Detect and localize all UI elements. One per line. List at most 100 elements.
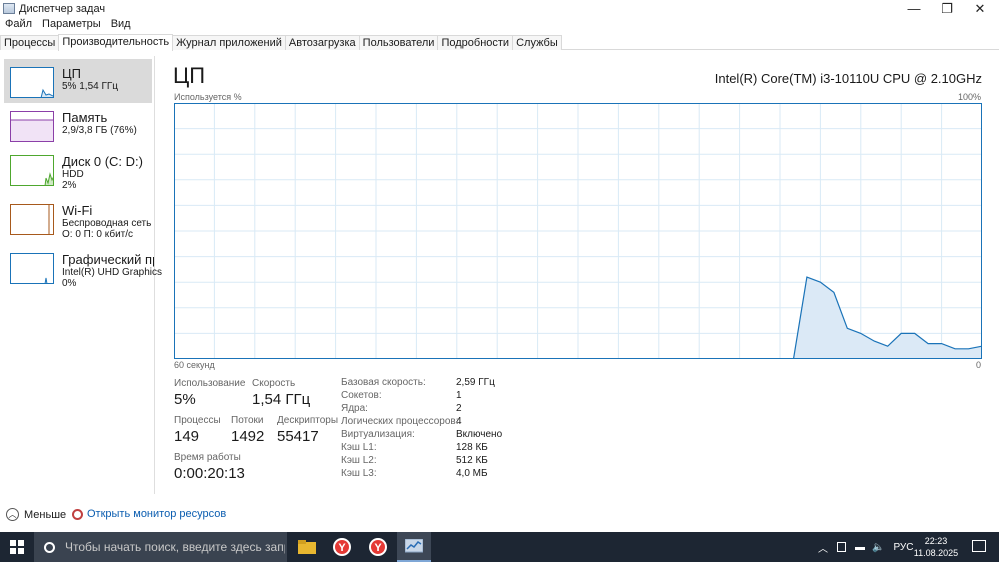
cpu-model-name: Intel(R) Core(TM) i3-10110U CPU @ 2.10GH… [714,71,982,86]
uptime-value: 0:00:20:13 [174,465,245,482]
taskbar: Y Y ︿ ▬ 🔈 РУС 22:23 11.08.2025 [0,532,999,562]
tab-app-history[interactable]: Журнал приложений [172,35,286,50]
fewer-details-label: Меньше [24,508,67,521]
tab-details[interactable]: Подробности [437,35,514,50]
spec-label: Сокетов: [341,390,382,401]
spec-label: Кэш L1: [341,442,377,453]
disk-thumbnail-graph [10,155,54,186]
x-axis-label: 60 секунд [174,360,215,370]
taskbar-yandex-browser-1[interactable]: Y [325,532,359,562]
y-axis-max-label: 100% [957,92,981,102]
spec-value: 2 [456,403,462,414]
taskbar-search[interactable] [34,532,287,562]
spec-label: Логических процессоров: [341,416,459,427]
sidebar-item-label: ЦП [62,66,81,81]
sidebar-item-memory[interactable]: Память 2,9/3,8 ГБ (76%) [4,103,152,147]
sidebar-item-detail: Intel(R) UHD Graphics [62,267,163,278]
memory-thumbnail-graph [10,111,54,142]
minimize-button[interactable]: — [897,0,931,17]
folder-icon [298,540,316,554]
yandex-browser-icon: Y [369,538,387,556]
taskbar-clock[interactable]: 22:23 11.08.2025 [905,535,967,559]
handles-label: Дескрипторы [277,415,339,426]
menu-options[interactable]: Параметры [37,17,106,32]
cpu-usage-graph [174,103,982,359]
sidebar-item-detail: 5% 1,54 ГГц [62,81,119,92]
tab-users[interactable]: Пользователи [358,35,439,50]
sidebar-item-detail: Беспроводная сеть [62,218,152,229]
sidebar-item-detail-2: О: 0 П: 0 кбит/с [62,229,134,240]
taskbar-yandex-browser-2[interactable]: Y [361,532,395,562]
volume-icon[interactable]: 🔈 [872,542,884,553]
sidebar-item-detail-2: 2% [62,180,77,191]
taskbar-search-input[interactable] [65,540,285,554]
spec-value: 4 [456,416,462,427]
wifi-thumbnail-graph [10,204,54,235]
spec-value: 2,59 ГГц [456,377,495,388]
network-icon[interactable]: ▬ [855,542,865,553]
x-axis-min-label: 0 [975,360,981,370]
show-hidden-icons-chevron-icon[interactable]: ︿ [818,540,828,555]
spec-value: Включено [456,429,503,440]
notification-center-icon[interactable] [972,540,986,552]
sidebar: ЦП 5% 1,54 ГГц Память 2,9/3,8 ГБ (76%) Д… [0,56,162,494]
tab-startup[interactable]: Автозагрузка [284,35,360,50]
tablet-mode-icon[interactable] [837,542,846,552]
spec-value: 1 [456,390,462,401]
windows-logo-icon [10,540,24,554]
tab-performance[interactable]: Производительность [58,34,174,51]
spec-value: 512 КБ [456,455,488,466]
spec-label: Кэш L2: [341,455,377,466]
speed-value: 1,54 ГГц [252,391,311,408]
search-icon [44,541,55,553]
spec-label: Кэш L3: [341,468,377,479]
sidebar-item-detail: HDD [62,169,84,180]
footer: ︿ Меньше Открыть монитор ресурсов [0,506,999,524]
svg-text:Y: Y [338,542,346,554]
yandex-browser-icon: Y [333,538,351,556]
sidebar-item-detail-2: 0% [62,278,77,289]
open-resource-monitor-link[interactable]: Открыть монитор ресурсов [72,508,226,520]
menu-bar: Файл Параметры Вид [0,17,136,32]
sidebar-item-gpu[interactable]: Графический про Intel(R) UHD Graphics 0% [4,245,162,289]
tab-bar: Процессы Производительность Журнал прило… [0,34,999,51]
task-manager-icon [405,539,423,553]
spec-label: Базовая скорость: [341,377,426,388]
resource-monitor-icon [72,508,83,520]
spec-value: 128 КБ [456,442,488,453]
sidebar-item-label: Wi-Fi [62,203,93,218]
resource-monitor-label: Открыть монитор ресурсов [87,508,227,520]
menu-file[interactable]: Файл [0,17,37,32]
clock-time: 22:23 [924,536,948,546]
threads-label: Потоки [231,415,264,426]
taskbar-task-manager[interactable] [397,532,431,562]
tab-services[interactable]: Службы [512,35,562,50]
task-manager-icon [3,3,15,14]
sidebar-item-disk[interactable]: Диск 0 (C: D:) HDD 2% [4,147,152,191]
fewer-details-button[interactable]: ︿ Меньше [6,508,66,521]
maximize-button[interactable]: ❐ [930,0,964,17]
threads-value: 1492 [231,428,265,445]
usage-value: 5% [174,391,196,408]
chevron-up-icon: ︿ [6,508,19,521]
spec-label: Виртуализация: [341,429,415,440]
processes-value: 149 [174,428,200,445]
start-button[interactable] [0,532,34,562]
tab-processes[interactable]: Процессы [0,35,60,50]
taskbar-file-explorer[interactable] [290,532,324,562]
speed-label: Скорость [252,378,296,389]
sidebar-item-wifi[interactable]: Wi-Fi Беспроводная сеть О: 0 П: 0 кбит/с [4,196,152,240]
sidebar-item-label: Память [62,110,108,125]
sidebar-item-label: Диск 0 (C: D:) [62,154,143,169]
clock-date: 11.08.2025 [913,548,959,558]
uptime-label: Время работы [174,452,241,463]
spec-value: 4,0 МБ [456,468,488,479]
page-title: ЦП [173,63,206,88]
sidebar-item-cpu[interactable]: ЦП 5% 1,54 ГГц [4,59,152,103]
system-tray: ︿ ▬ 🔈 РУС [818,532,913,562]
close-button[interactable]: ✕ [963,0,997,17]
svg-text:Y: Y [374,542,382,554]
sidebar-item-detail: 2,9/3,8 ГБ (76%) [62,125,137,136]
menu-view[interactable]: Вид [106,17,136,32]
gpu-thumbnail-graph [10,253,54,284]
